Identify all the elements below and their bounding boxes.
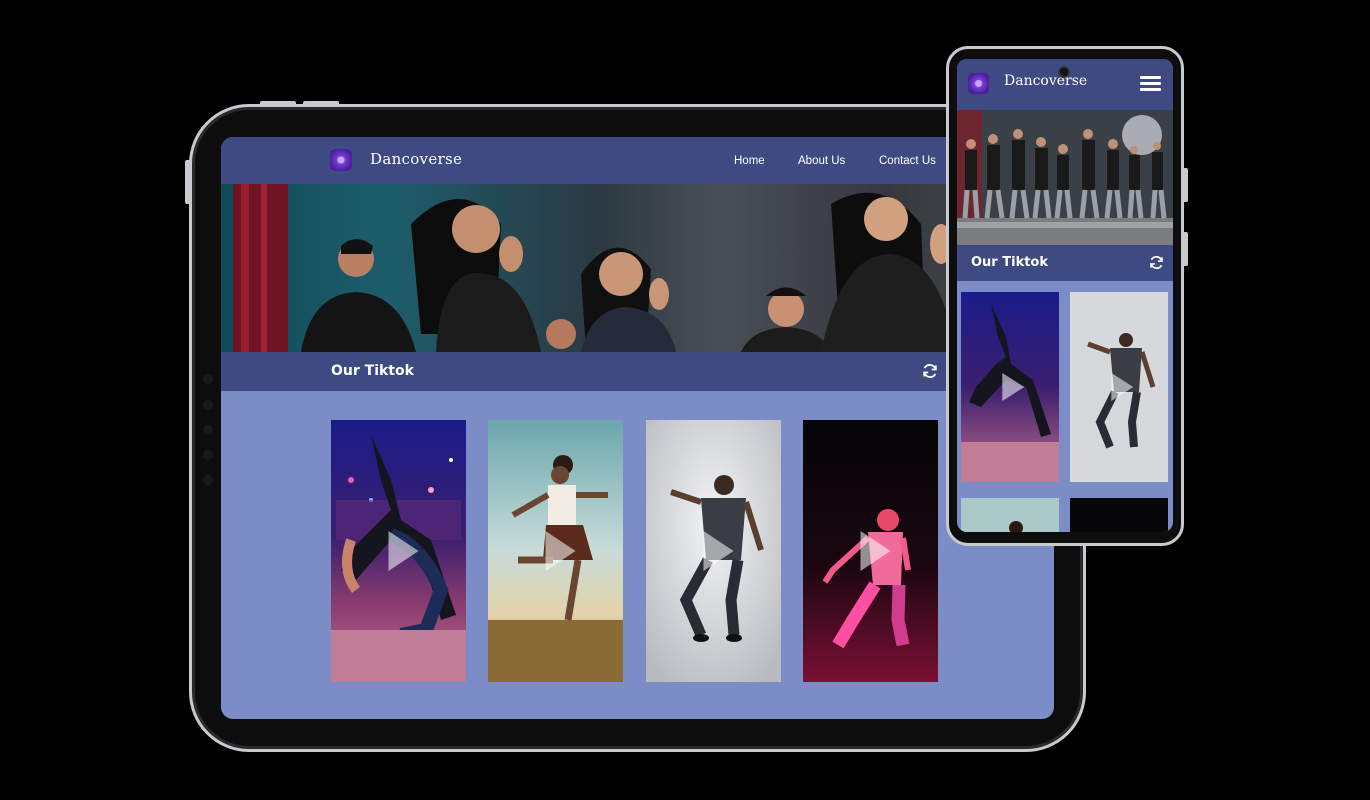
nav-home[interactable]: Home: [734, 155, 765, 167]
tablet-sensor: [203, 425, 213, 435]
tiktok-video-card[interactable]: [646, 420, 781, 682]
tablet-sensor: [203, 450, 213, 460]
mobile-dancer-jump-illustration: [961, 498, 1059, 532]
hero-dancers-illustration: [233, 184, 956, 352]
nav-contact-us[interactable]: Contact Us: [879, 155, 936, 167]
mobile-hero-stage-illustration: [957, 110, 1173, 245]
tablet-sensor: [203, 475, 213, 485]
play-icon[interactable]: [545, 531, 575, 571]
mobile-hero-image: [957, 110, 1173, 245]
play-icon[interactable]: [860, 531, 890, 571]
hero-image: [221, 184, 1054, 352]
brand-name[interactable]: Dancoverse: [370, 150, 462, 168]
tablet-screen: Dancoverse Home About Us Contact Us Our …: [221, 137, 1054, 719]
play-icon[interactable]: [388, 531, 418, 571]
nav-about-us[interactable]: About Us: [798, 155, 845, 167]
play-icon[interactable]: [1002, 373, 1025, 401]
phone-screen: Dancoverse Our Tiktok: [957, 59, 1173, 532]
tiktok-video-card[interactable]: [488, 420, 623, 682]
mobile-tiktok-video-card[interactable]: [1070, 498, 1168, 532]
mobile-tiktok-video-card[interactable]: [1070, 292, 1168, 482]
mobile-tiktok-section-header: Our Tiktok: [957, 245, 1173, 281]
section-title: Our Tiktok: [331, 363, 414, 379]
tiktok-section-header: Our Tiktok: [221, 352, 1054, 391]
dancoverse-logo-icon[interactable]: [330, 149, 352, 171]
play-icon[interactable]: [703, 531, 733, 571]
mobile-section-title: Our Tiktok: [971, 255, 1049, 270]
mobile-brand-name[interactable]: Dancoverse: [1004, 73, 1087, 89]
mobile-tiktok-video-card[interactable]: [961, 292, 1059, 482]
refresh-icon[interactable]: [922, 363, 938, 382]
tiktok-video-card[interactable]: [331, 420, 466, 682]
play-icon[interactable]: [1111, 373, 1134, 401]
tablet-sensor: [203, 400, 213, 410]
tiktok-video-card[interactable]: [803, 420, 938, 682]
hamburger-icon[interactable]: [1140, 76, 1161, 91]
phone-camera: [1058, 66, 1070, 78]
mobile-tiktok-video-card[interactable]: [961, 498, 1059, 532]
dancoverse-logo-icon[interactable]: [968, 73, 989, 94]
tablet-sensor: [203, 374, 213, 384]
phone-side-button: [1184, 168, 1188, 202]
mobile-dancer-neon-illustration: [1070, 498, 1168, 532]
site-header: Dancoverse Home About Us Contact Us: [221, 137, 1054, 184]
refresh-icon[interactable]: [1149, 255, 1164, 274]
phone-side-button: [1184, 232, 1188, 266]
